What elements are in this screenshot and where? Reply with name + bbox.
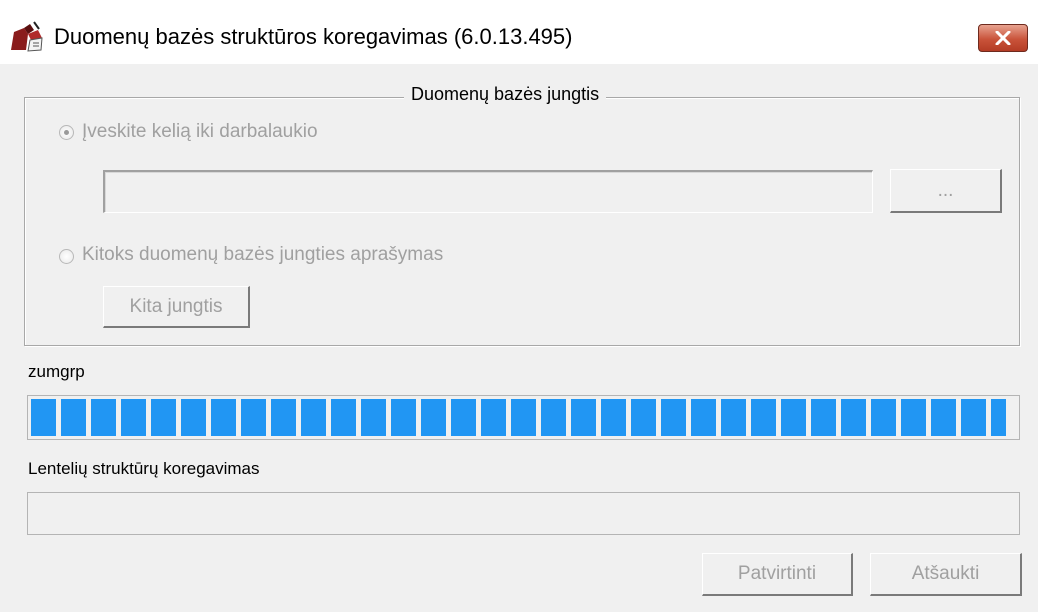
radio-other-option[interactable] <box>59 249 74 264</box>
path-input[interactable] <box>103 170 873 213</box>
browse-button[interactable]: ... <box>890 169 1002 213</box>
main-progress-bar <box>27 395 1020 440</box>
app-icon <box>11 21 43 52</box>
dialog-window: Duomenų bazės struktūros koregavimas (6.… <box>0 0 1038 612</box>
other-option-label: Kitoks duomenų bazės jungties aprašymas <box>82 244 444 265</box>
window-title: Duomenų bazės struktūros koregavimas (6.… <box>54 24 573 49</box>
progress2-label: Lentelių struktūrų koregavimas <box>28 459 260 478</box>
groupbox-title: Duomenų bazės jungtis <box>404 84 607 105</box>
secondary-progress-bar <box>27 492 1020 535</box>
other-connection-button[interactable]: Kita jungtis <box>103 286 250 328</box>
progress-fill <box>31 399 1006 436</box>
confirm-button[interactable]: Patvirtinti <box>702 553 853 596</box>
title-bar: Duomenų bazės struktūros koregavimas (6.… <box>0 0 1038 64</box>
close-icon <box>995 31 1011 45</box>
close-button[interactable] <box>978 24 1028 52</box>
cancel-button[interactable]: Atšaukti <box>870 553 1022 596</box>
path-option-label: Įveskite kelią iki darbalaukio <box>82 121 318 142</box>
progress-label: zumgrp <box>28 362 85 381</box>
radio-path-option[interactable] <box>59 125 74 140</box>
